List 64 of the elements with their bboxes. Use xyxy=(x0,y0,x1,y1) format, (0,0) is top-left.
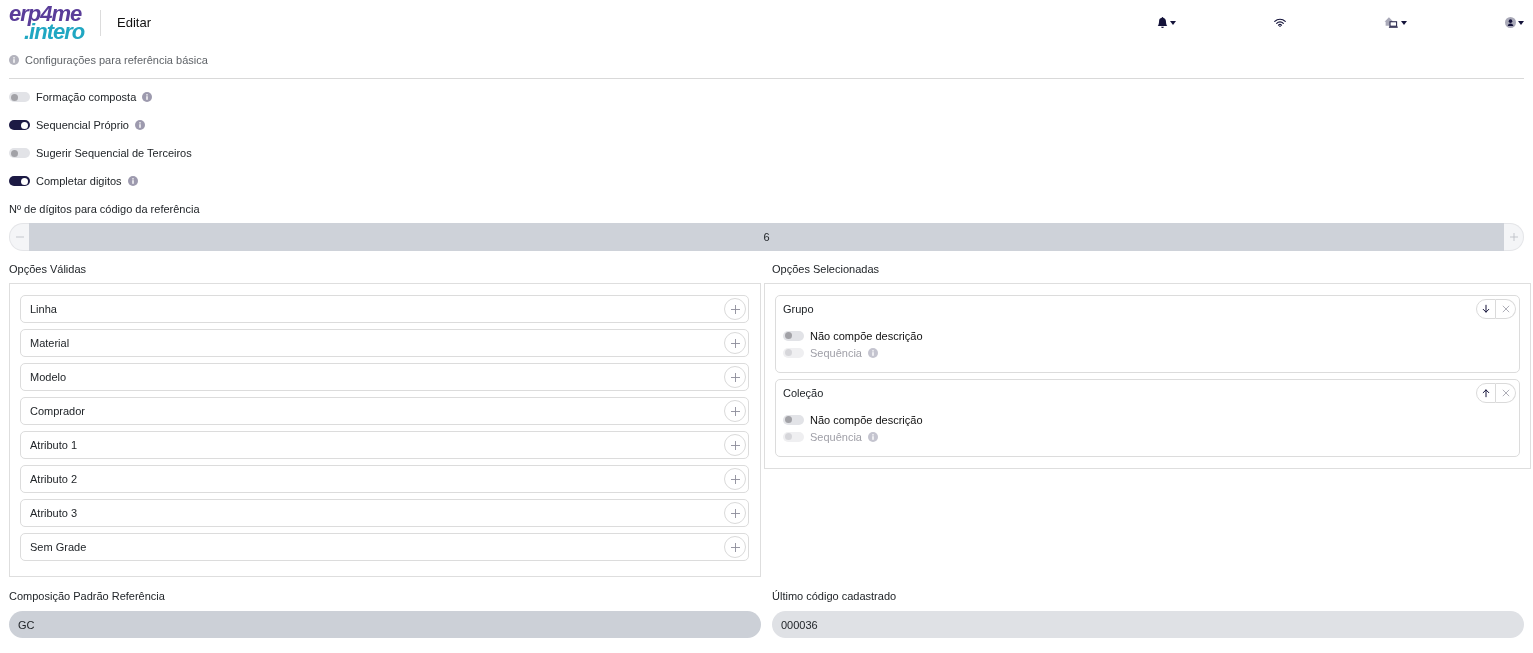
field-label: Composição Padrão Referência xyxy=(9,589,166,603)
option-name: Grupo xyxy=(783,301,814,316)
bell-icon xyxy=(1157,17,1168,28)
option-label: Atributo 1 xyxy=(30,438,78,452)
panel-title: Opções Selecionadas xyxy=(771,262,880,276)
user-menu-button[interactable] xyxy=(1505,14,1524,31)
option-name: Coleção xyxy=(783,385,824,400)
add-button[interactable] xyxy=(724,502,746,524)
panel-title: Opções Válidas xyxy=(9,262,88,276)
bell-menu-button[interactable] xyxy=(1157,14,1176,31)
option-label: Linha xyxy=(30,302,57,316)
add-button[interactable] xyxy=(724,400,746,422)
toggle-label: Não compõe descrição xyxy=(810,328,923,343)
toggle-label: Completar digitos xyxy=(36,174,122,188)
option-label: Atributo 3 xyxy=(30,506,78,520)
option-label: Material xyxy=(30,336,70,350)
add-button[interactable] xyxy=(724,434,746,456)
plus-icon xyxy=(730,406,740,416)
field-label: Nº de dígitos para código da referência xyxy=(9,202,201,216)
move-up-button[interactable] xyxy=(1476,382,1496,403)
option-label: Atributo 2 xyxy=(30,472,78,486)
info-icon xyxy=(9,55,19,65)
field-label: Último código cadastrado xyxy=(772,589,898,603)
toggle-switch[interactable] xyxy=(9,120,30,130)
move-down-button[interactable] xyxy=(1476,298,1496,319)
toggle-label: Formação composta xyxy=(36,90,137,104)
close-icon xyxy=(1501,388,1510,397)
option-label: Comprador xyxy=(30,404,86,418)
add-button[interactable] xyxy=(724,536,746,558)
add-button[interactable] xyxy=(724,468,746,490)
plus-icon xyxy=(730,440,740,450)
wifi-icon xyxy=(1274,18,1286,27)
add-button[interactable] xyxy=(724,332,746,354)
plus-icon xyxy=(730,474,740,484)
text-field[interactable]: 000036 xyxy=(772,611,1524,638)
remove-button[interactable] xyxy=(1496,298,1516,319)
option-label: Sem Grade xyxy=(30,540,87,554)
toggle-switch[interactable] xyxy=(9,148,30,158)
toggle-label: Sequência xyxy=(810,429,862,444)
toggle-switch[interactable] xyxy=(9,176,30,186)
toggle-switch[interactable] xyxy=(783,330,804,341)
option-label: Modelo xyxy=(30,370,67,384)
plus-icon xyxy=(730,338,740,348)
remove-button[interactable] xyxy=(1496,382,1516,403)
toggle-label: Sugerir Sequencial de Terceiros xyxy=(36,146,192,160)
arrow-icon xyxy=(1481,303,1491,314)
digits-input[interactable]: 6 xyxy=(29,223,1504,251)
user-icon xyxy=(1505,17,1516,28)
arrow-icon xyxy=(1481,387,1491,398)
toggle-label: Sequência xyxy=(810,345,862,360)
toggle-switch[interactable] xyxy=(783,414,804,425)
toggle-label: Sequencial Próprio xyxy=(36,118,129,132)
plus-icon xyxy=(730,304,740,314)
add-button[interactable] xyxy=(724,298,746,320)
plus-icon xyxy=(730,372,740,382)
page-title: Editar xyxy=(117,15,151,30)
plus-icon xyxy=(730,542,740,552)
toggle-switch[interactable] xyxy=(9,92,30,102)
close-icon xyxy=(1501,304,1510,313)
plus-icon xyxy=(730,508,740,518)
house-laptop-icon xyxy=(1384,17,1399,28)
add-button[interactable] xyxy=(724,366,746,388)
section-info-text: Configurações para referência básica xyxy=(25,53,208,67)
toggle-label: Não compõe descrição xyxy=(810,412,923,427)
